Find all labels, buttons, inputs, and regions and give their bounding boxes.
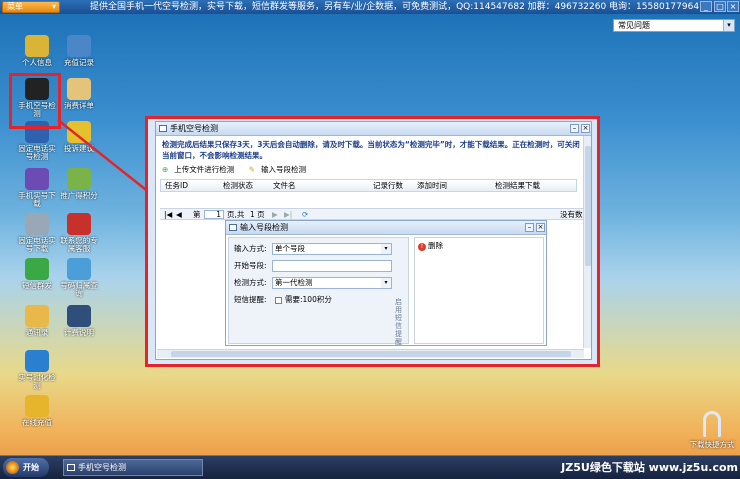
start-range-input[interactable] — [272, 260, 392, 272]
pager: |◀ ◀ 第 1 页,共 1 页 ▶ ▶| ⟳ 没有数 — [160, 208, 585, 220]
watermark: JZ5U绿色下载站 www.jz5u.com — [561, 461, 738, 474]
col-download[interactable]: 检测结果下载 — [495, 180, 540, 192]
dialog-title: 输入号段检测 — [240, 223, 288, 232]
close-icon[interactable]: × — [581, 124, 590, 133]
upload-button[interactable]: ⊕ 上传文件进行检测 — [162, 165, 240, 174]
col-time[interactable]: 添加时间 — [417, 180, 447, 192]
table-header: 任务ID 检测状态 文件名 记录行数 添加时间 检测结果下载 — [160, 179, 577, 192]
col-filename[interactable]: 文件名 — [273, 180, 296, 192]
next-page-icon[interactable]: ▶ — [272, 209, 278, 220]
window-icon — [229, 224, 237, 231]
window-icon — [159, 125, 167, 132]
sms-reminder-label: 启用短信提醒 — [395, 298, 402, 346]
taskbar-item[interactable]: 手机空号检测 — [63, 459, 203, 476]
toolbar: ⊕ 上传文件进行检测 ✎ 输入号段检测 — [162, 164, 582, 176]
dialog-titlebar[interactable]: 输入号段检测 – × — [226, 221, 546, 235]
edit-icon: ✎ — [248, 165, 255, 174]
page-input[interactable]: 1 — [204, 210, 224, 219]
mode-select[interactable]: 单个号段 ▾ — [272, 243, 392, 255]
vertical-scrollbar[interactable] — [583, 136, 591, 348]
window-icon — [67, 464, 75, 471]
delete-button[interactable]: ! 删除 — [418, 241, 443, 251]
chevron-down-icon: ▾ — [381, 244, 391, 254]
input-range-button[interactable]: ✎ 输入号段检测 — [249, 165, 312, 174]
check-mode-select[interactable]: 第一代检测 ▾ — [272, 277, 392, 289]
minimize-icon[interactable]: – — [570, 124, 579, 133]
input-range-dialog: 输入号段检测 – × 输入方式: 单个号段 ▾ 开始号段: 检测方式: 第一代检测… — [225, 220, 547, 346]
start-button[interactable]: 开始 — [3, 458, 49, 477]
sms-checkbox[interactable] — [275, 297, 282, 304]
chevron-down-icon: ▾ — [381, 278, 391, 288]
close-icon[interactable]: × — [536, 223, 545, 232]
col-rows[interactable]: 记录行数 — [373, 180, 403, 192]
delete-icon: ! — [418, 243, 426, 251]
download-shortcut[interactable]: 下载快捷方式 — [686, 411, 738, 450]
first-page-icon[interactable]: |◀ — [164, 209, 172, 220]
col-task-id[interactable]: 任务ID — [165, 180, 188, 192]
window-titlebar[interactable]: 手机空号检测 – × — [156, 122, 591, 136]
notice-text: 检测完成后结果只保存3天，3天后会自动删除，请及时下载。当前状态为“检测完毕”时… — [162, 140, 580, 160]
dialog-form: 输入方式: 单个号段 ▾ 开始号段: 检测方式: 第一代检测 ▾ 短信提醒: 需要:… — [228, 237, 409, 346]
window-title: 手机空号检测 — [170, 124, 218, 133]
horizontal-scrollbar[interactable] — [157, 349, 584, 358]
start-icon — [6, 461, 19, 474]
taskbar: 开始 手机空号检测 JZ5U绿色下载站 www.jz5u.com — [0, 455, 740, 479]
add-icon: ⊕ — [162, 165, 169, 174]
col-status[interactable]: 检测状态 — [223, 180, 253, 192]
last-page-icon[interactable]: ▶| — [284, 209, 292, 220]
refresh-icon[interactable]: ⟳ — [302, 209, 308, 220]
dialog-list-panel: ! 删除 — [414, 237, 544, 344]
minimize-icon[interactable]: – — [525, 223, 534, 232]
prev-page-icon[interactable]: ◀ — [176, 209, 182, 220]
arrow-icon — [703, 411, 721, 437]
